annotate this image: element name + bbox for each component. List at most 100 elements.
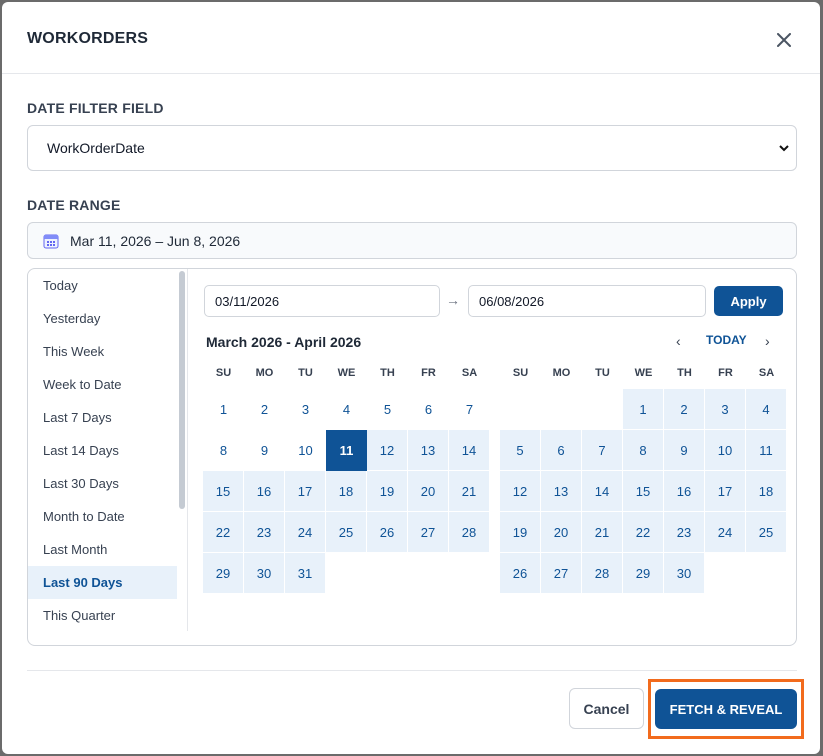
- weekday-label: WE: [337, 367, 356, 379]
- day-cell[interactable]: 31: [285, 553, 326, 594]
- day-cell[interactable]: 30: [664, 553, 705, 594]
- day-cell[interactable]: 7: [449, 389, 490, 430]
- day-cell[interactable]: 17: [705, 471, 746, 512]
- day-cell[interactable]: 14: [449, 430, 490, 471]
- prev-month-button[interactable]: ‹: [676, 333, 681, 349]
- day-cell[interactable]: 29: [203, 553, 244, 594]
- day-cell[interactable]: 22: [203, 512, 244, 553]
- preset-item[interactable]: This Quarter: [28, 599, 187, 631]
- day-cell-selected[interactable]: 11: [326, 430, 367, 471]
- day-cell-empty: [326, 553, 367, 594]
- day-cell[interactable]: 29: [623, 553, 664, 594]
- day-cell[interactable]: 20: [408, 471, 449, 512]
- preset-item[interactable]: Last 14 Days: [28, 434, 187, 467]
- day-cell-empty: [746, 553, 787, 594]
- day-cell[interactable]: 12: [500, 471, 541, 512]
- preset-item[interactable]: Week to Date: [28, 368, 187, 401]
- day-cell[interactable]: 9: [244, 430, 285, 471]
- preset-item[interactable]: Today: [28, 269, 187, 302]
- date-filter-field-select[interactable]: WorkOrderDate: [27, 125, 797, 171]
- day-cell[interactable]: 27: [541, 553, 582, 594]
- preset-item[interactable]: Month to Date: [28, 500, 187, 533]
- day-cell[interactable]: 24: [285, 512, 326, 553]
- day-cell[interactable]: 7: [582, 430, 623, 471]
- day-cell[interactable]: 9: [664, 430, 705, 471]
- end-date-input[interactable]: 06/08/2026: [468, 285, 706, 317]
- day-cell[interactable]: 8: [623, 430, 664, 471]
- day-cell[interactable]: 8: [203, 430, 244, 471]
- day-cell[interactable]: 17: [285, 471, 326, 512]
- day-cell[interactable]: 21: [582, 512, 623, 553]
- day-cell[interactable]: 5: [367, 389, 408, 430]
- day-cell[interactable]: 2: [244, 389, 285, 430]
- day-cell[interactable]: 15: [623, 471, 664, 512]
- day-cell[interactable]: 18: [746, 471, 787, 512]
- day-cell[interactable]: 4: [326, 389, 367, 430]
- day-cell[interactable]: 10: [705, 430, 746, 471]
- day-cell[interactable]: 10: [285, 430, 326, 471]
- day-cell[interactable]: 30: [244, 553, 285, 594]
- day-cell[interactable]: 19: [367, 471, 408, 512]
- preset-item[interactable]: Last 30 Days: [28, 467, 187, 500]
- weekday-label: TH: [380, 367, 395, 379]
- day-cell[interactable]: 3: [285, 389, 326, 430]
- cancel-button[interactable]: Cancel: [569, 688, 644, 729]
- day-cell[interactable]: 12: [367, 430, 408, 471]
- next-month-button[interactable]: ›: [765, 333, 770, 349]
- day-cell[interactable]: 23: [664, 512, 705, 553]
- start-date-input[interactable]: 03/11/2026: [204, 285, 440, 317]
- day-cell[interactable]: 26: [367, 512, 408, 553]
- weekday-label: SA: [461, 367, 478, 379]
- week-row: 26 27 28 29 30: [500, 553, 787, 594]
- day-cell[interactable]: 1: [203, 389, 244, 430]
- date-range-display[interactable]: Mar 11, 2026 – Jun 8, 2026: [27, 222, 797, 259]
- week-row: 29 30 31: [203, 553, 490, 594]
- day-cell[interactable]: 23: [244, 512, 285, 553]
- day-cell[interactable]: 28: [582, 553, 623, 594]
- week-row: 8 9 10 11 12 13 14: [203, 430, 490, 471]
- preset-item[interactable]: This Week: [28, 335, 187, 368]
- day-cell-empty: [449, 553, 490, 594]
- day-cell[interactable]: 13: [408, 430, 449, 471]
- today-button[interactable]: TODAY: [706, 333, 747, 347]
- preset-scrollbar[interactable]: [179, 271, 185, 509]
- day-cell[interactable]: 16: [664, 471, 705, 512]
- day-cell[interactable]: 15: [203, 471, 244, 512]
- day-cell[interactable]: 3: [705, 389, 746, 430]
- day-cell[interactable]: 25: [326, 512, 367, 553]
- day-cell[interactable]: 22: [623, 512, 664, 553]
- day-cell[interactable]: 6: [408, 389, 449, 430]
- weekday-header: SU MO TU WE TH FR SA: [203, 367, 490, 385]
- preset-item[interactable]: Last Month: [28, 533, 187, 566]
- apply-button[interactable]: Apply: [714, 286, 783, 316]
- day-cell[interactable]: 24: [705, 512, 746, 553]
- close-button[interactable]: [770, 26, 798, 54]
- date-range-picker: Today Yesterday This Week Week to Date Last …: [27, 268, 797, 646]
- week-row: 5 6 7 8 9 10 11: [500, 430, 787, 471]
- day-cell[interactable]: 28: [449, 512, 490, 553]
- preset-item[interactable]: Last 90 Days: [28, 566, 177, 599]
- day-cell[interactable]: 16: [244, 471, 285, 512]
- week-row: 15 16 17 18 19 20 21: [203, 471, 490, 512]
- preset-item[interactable]: Last 7 Days: [28, 401, 187, 434]
- day-cell[interactable]: 11: [746, 430, 787, 471]
- day-cell[interactable]: 27: [408, 512, 449, 553]
- fetch-reveal-button[interactable]: FETCH & REVEAL: [655, 689, 797, 729]
- preset-scrollbar-thumb[interactable]: [179, 271, 185, 509]
- day-cell[interactable]: 14: [582, 471, 623, 512]
- day-cell[interactable]: 2: [664, 389, 705, 430]
- day-cell[interactable]: 13: [541, 471, 582, 512]
- day-cell[interactable]: 20: [541, 512, 582, 553]
- week-row: 19 20 21 22 23 24 25: [500, 512, 787, 553]
- day-cell[interactable]: 6: [541, 430, 582, 471]
- day-cell[interactable]: 25: [746, 512, 787, 553]
- day-cell[interactable]: 18: [326, 471, 367, 512]
- day-cell[interactable]: 1: [623, 389, 664, 430]
- day-cell[interactable]: 5: [500, 430, 541, 471]
- day-cell[interactable]: 21: [449, 471, 490, 512]
- day-cell[interactable]: 4: [746, 389, 787, 430]
- preset-item[interactable]: Yesterday: [28, 302, 187, 335]
- weekday-header: SU MO TU WE TH FR SA: [500, 367, 787, 385]
- day-cell[interactable]: 26: [500, 553, 541, 594]
- day-cell[interactable]: 19: [500, 512, 541, 553]
